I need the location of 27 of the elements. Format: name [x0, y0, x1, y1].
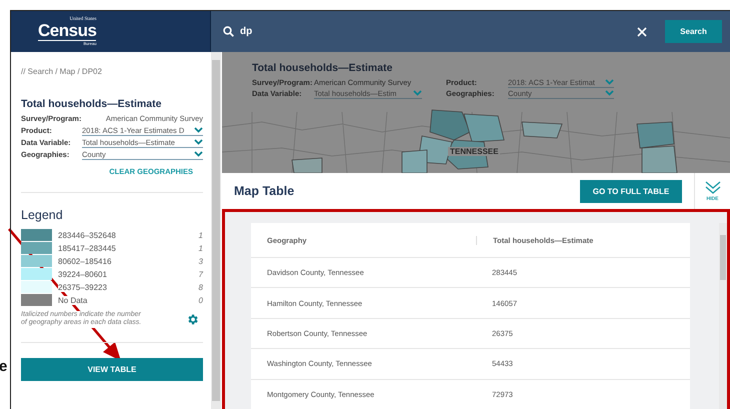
legend-range: 283446–352648	[58, 230, 116, 240]
double-chevron-down-icon	[704, 180, 720, 194]
search-icon	[223, 26, 234, 37]
legend-range: 80602–185416	[58, 256, 112, 266]
search-button[interactable]: Search	[665, 20, 722, 43]
variable-title: Total households—Estimate	[21, 98, 162, 110]
map-label: TENNESSEE	[448, 147, 500, 156]
go-to-full-table-button[interactable]: GO TO FULL TABLE	[580, 180, 682, 202]
chevron-down-icon	[413, 90, 422, 96]
settings-icon[interactable]	[186, 312, 199, 326]
legend-range: 26375–39223	[58, 282, 107, 292]
legend-count: 8	[198, 282, 203, 292]
close-icon[interactable]	[637, 26, 647, 36]
map-title: Total households—Estimate	[252, 62, 394, 74]
map-table-title: Map Table	[234, 184, 296, 198]
view-table-button[interactable]: VIEW TABLE	[21, 358, 203, 381]
legend-count: 1	[198, 244, 203, 252]
legend-count: 0	[198, 296, 203, 304]
breadcrumb[interactable]: // Search / Map / DP02	[21, 67, 203, 76]
legend-range: No Data	[58, 296, 88, 304]
search-field[interactable]: dp	[240, 26, 631, 37]
legend-count: 7	[198, 270, 203, 278]
legend-count: 3	[198, 256, 203, 266]
legend-title: Legend	[21, 208, 64, 222]
legend-range: 185417–283445	[58, 244, 116, 252]
legend-range: 39224–80601	[58, 270, 107, 278]
legend-count: 1	[198, 230, 203, 240]
